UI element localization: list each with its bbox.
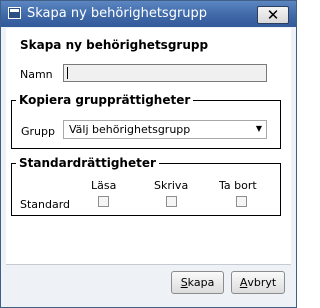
name-input[interactable]	[63, 64, 267, 82]
footer-divider	[6, 264, 291, 265]
cancel-button-mnemonic: A	[239, 276, 248, 289]
delete-checkbox[interactable]	[236, 196, 247, 207]
column-write-label: Skriva	[154, 179, 189, 192]
group-select-value: Välj behörighetsgrupp	[69, 123, 191, 136]
title-bar[interactable]: Skapa ny behörighetsgrupp ✕	[1, 1, 296, 27]
column-delete-label: Ta bort	[219, 179, 257, 192]
chevron-down-icon: ▼	[255, 124, 262, 133]
copy-rights-legend: Kopiera grupprättigheter	[19, 93, 191, 107]
standard-row-label: Standard	[20, 198, 71, 211]
close-button[interactable]: ✕	[257, 6, 289, 24]
create-button[interactable]: Skapa	[171, 271, 224, 294]
group-label: Grupp	[21, 125, 55, 138]
dialog-content: Skapa ny behörighetsgrupp Namn Kopiera g…	[6, 28, 291, 264]
standard-rights-legend: Standardrättigheter	[19, 156, 156, 170]
form-heading: Skapa ny behörighetsgrupp	[20, 38, 209, 52]
dialog-window: Skapa ny behörighetsgrupp ✕ Skapa ny beh…	[0, 0, 297, 308]
create-button-mnemonic: S	[180, 276, 188, 289]
cancel-button-label: vbryt	[247, 276, 277, 289]
read-checkbox[interactable]	[98, 196, 109, 207]
window-title: Skapa ny behörighetsgrupp	[27, 6, 208, 21]
name-label: Namn	[20, 68, 53, 81]
column-read-label: Läsa	[91, 179, 117, 192]
close-icon: ✕	[266, 5, 280, 24]
write-checkbox[interactable]	[166, 196, 177, 207]
window-icon	[8, 7, 21, 19]
cancel-button[interactable]: Avbryt	[231, 271, 285, 294]
create-button-label: kapa	[187, 276, 215, 289]
group-select[interactable]: Välj behörighetsgrupp ▼	[63, 120, 267, 139]
